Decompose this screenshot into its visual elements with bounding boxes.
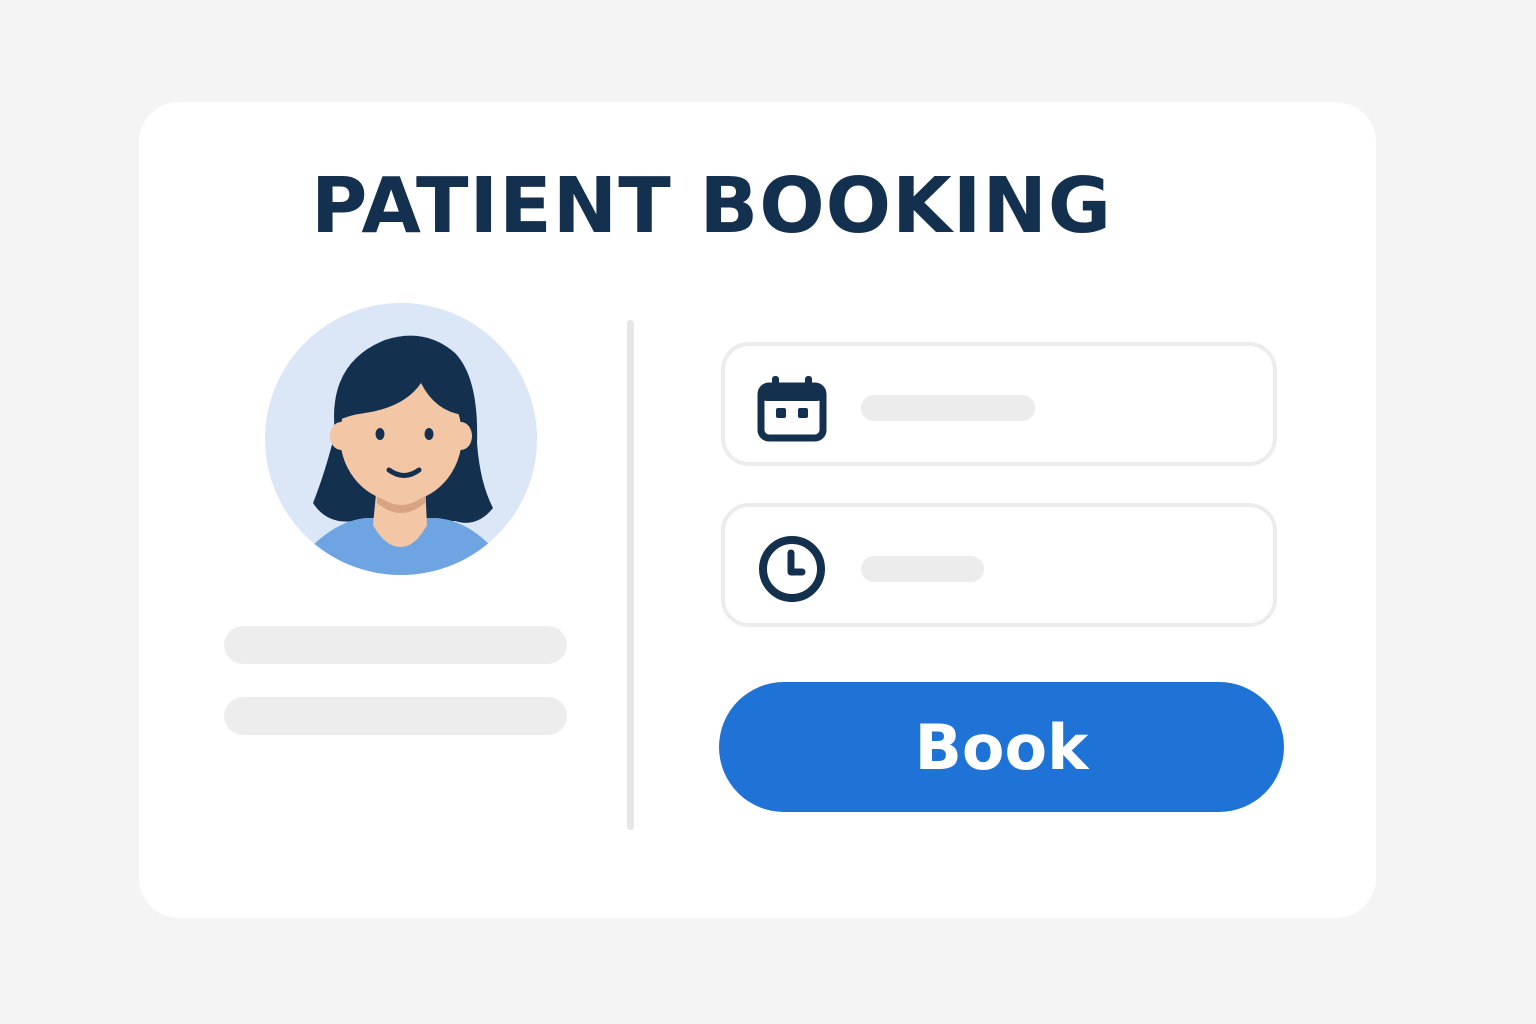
booking-card: PATIENT BOOKING Book (139, 102, 1376, 918)
time-value-placeholder (861, 556, 984, 582)
calendar-icon (757, 376, 827, 442)
clock-icon (759, 536, 825, 602)
avatar-eye-left (375, 428, 385, 440)
book-button[interactable]: Book (719, 682, 1284, 812)
date-value-placeholder (861, 395, 1035, 421)
patient-avatar (265, 303, 537, 575)
patient-name-line (224, 626, 567, 664)
date-field[interactable] (721, 342, 1277, 466)
patient-detail-line (224, 697, 567, 735)
section-divider (627, 320, 634, 830)
page-title: PATIENT BOOKING (311, 162, 1113, 251)
time-field[interactable] (721, 503, 1277, 627)
avatar-eye-right (424, 428, 434, 440)
